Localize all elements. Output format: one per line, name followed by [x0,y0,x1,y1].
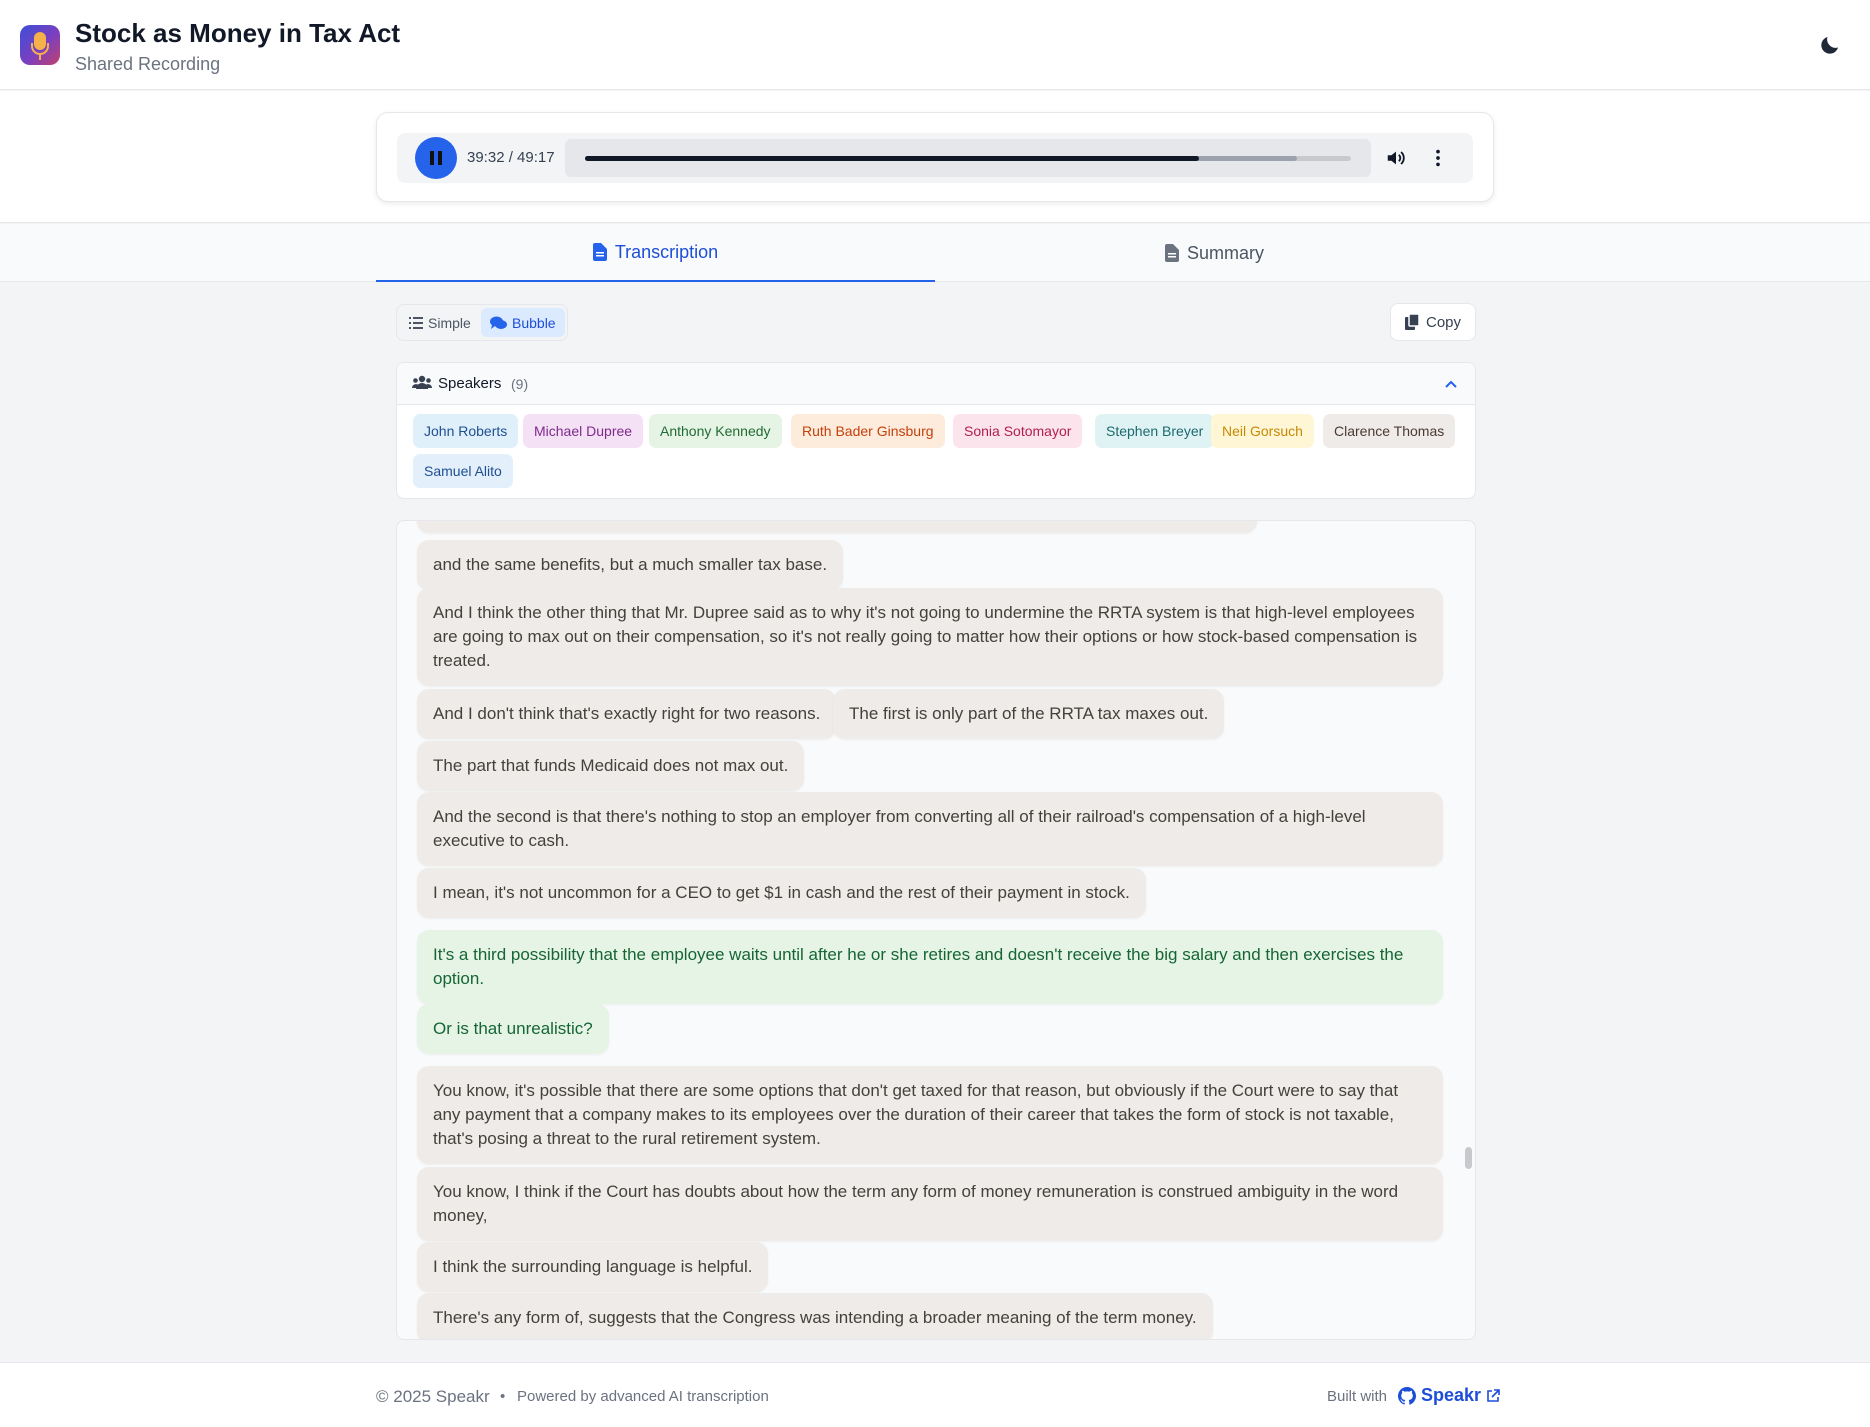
transcript-panel[interactable]: and the same benefits, but a much smalle… [396,520,1476,1340]
bubble-view-button[interactable]: Bubble [481,308,565,337]
github-icon [1398,1386,1416,1405]
speaker-chip[interactable]: Michael Dupree [523,414,644,448]
tab-label: Summary [1186,242,1264,263]
footer-separator: • [500,1388,506,1405]
transcript-bubble: Or is that unrealistic? [417,1004,609,1054]
transcript-bubble: It's a third possibility that the employ… [417,930,1443,1004]
external-link-icon [1487,1388,1500,1402]
speaker-chip[interactable]: Stephen Breyer [1095,414,1215,448]
view-mode-toggle: Simple Bubble [396,304,568,341]
list-icon [409,316,423,329]
transcript-bubble: The part that funds Medicaid does not ma… [417,741,805,791]
tab-transcription[interactable]: Transcription [376,224,935,282]
bubble-view-label: Bubble [512,314,556,331]
transcript-bubble: I mean, it's not uncommon for a CEO to g… [417,868,1146,918]
speaker-chip[interactable]: Samuel Alito [413,454,513,488]
speakers-panel: Speakers (9) John Roberts Michael Dupree A… [396,362,1476,499]
progress-fill [585,156,1200,161]
moon-icon[interactable] [1818,33,1842,57]
pause-button[interactable] [415,137,457,179]
transcript-bubble: And the second is that there's nothing t… [417,792,1443,866]
speakers-label: Speakers [438,375,502,392]
transcript-bubble: You know, I think if the Court has doubt… [417,1167,1443,1241]
page-title: Stock as Money in Tax Act [75,18,401,48]
users-icon [412,375,432,389]
chevron-up-icon[interactable] [1443,376,1459,392]
audio-player: 39:32 / 49:17 [376,112,1494,202]
tabs-bar: Transcription Summary [0,224,1870,282]
tab-label: Transcription [614,241,719,262]
transcript-bubble: And I think the other thing that Mr. Dup… [417,588,1443,686]
speakr-github-link[interactable]: Speakr [1398,1385,1500,1406]
copy-button[interactable]: Copy [1390,303,1476,341]
transcript-bubble: The first is only part of the RRTA tax m… [833,689,1225,739]
seek-bar[interactable] [565,139,1371,177]
speakers-header[interactable]: Speakers (9) [397,363,1475,405]
speakers-count: (9) [511,376,529,392]
comments-icon [490,316,507,329]
transcript-bubble: and the same benefits, but a much smalle… [417,540,844,590]
speaker-chip[interactable]: John Roberts [413,414,519,448]
more-options-icon[interactable] [1427,147,1449,169]
transcript-bubble: And I don't think that's exactly right f… [417,689,837,739]
transcript-bubble-partial [417,521,1257,533]
footer-copyright: © 2025 Speakr [376,1387,490,1406]
document-icon [592,243,607,261]
transcript-bubble: I think the surrounding language is help… [417,1242,769,1292]
page-subtitle: Shared Recording [75,54,221,74]
playback-time: 39:32 / 49:17 [467,149,555,166]
volume-icon[interactable] [1385,147,1407,169]
speaker-chip[interactable]: Clarence Thomas [1323,414,1456,448]
document-icon [1164,244,1179,262]
footer-powered: Powered by advanced AI transcription [517,1388,769,1405]
speaker-chip[interactable]: Neil Gorsuch [1211,414,1314,448]
simple-view-label: Simple [428,314,471,331]
top-header: Stock as Money in Tax Act Shared Recordi… [0,0,1870,90]
speaker-chip[interactable]: Sonia Sotomayor [953,414,1083,448]
speakr-link-label: Speakr [1421,1385,1482,1405]
simple-view-button[interactable]: Simple [400,308,480,337]
footer: © 2025 Speakr • Powered by advanced AI t… [0,1362,1870,1427]
transcript-bubble: You know, it's possible that there are s… [417,1066,1443,1164]
speaker-chip[interactable]: Ruth Bader Ginsburg [791,414,945,448]
copy-label: Copy [1425,313,1462,331]
speaker-chip[interactable]: Anthony Kennedy [649,414,782,448]
footer-built-with: Built with [1327,1388,1388,1405]
scrollbar-thumb[interactable] [1465,1147,1472,1169]
copy-icon [1404,314,1420,330]
tab-summary[interactable]: Summary [935,224,1494,282]
app-logo [20,25,60,65]
transcript-bubble: There's any form of, suggests that the C… [417,1293,1213,1339]
